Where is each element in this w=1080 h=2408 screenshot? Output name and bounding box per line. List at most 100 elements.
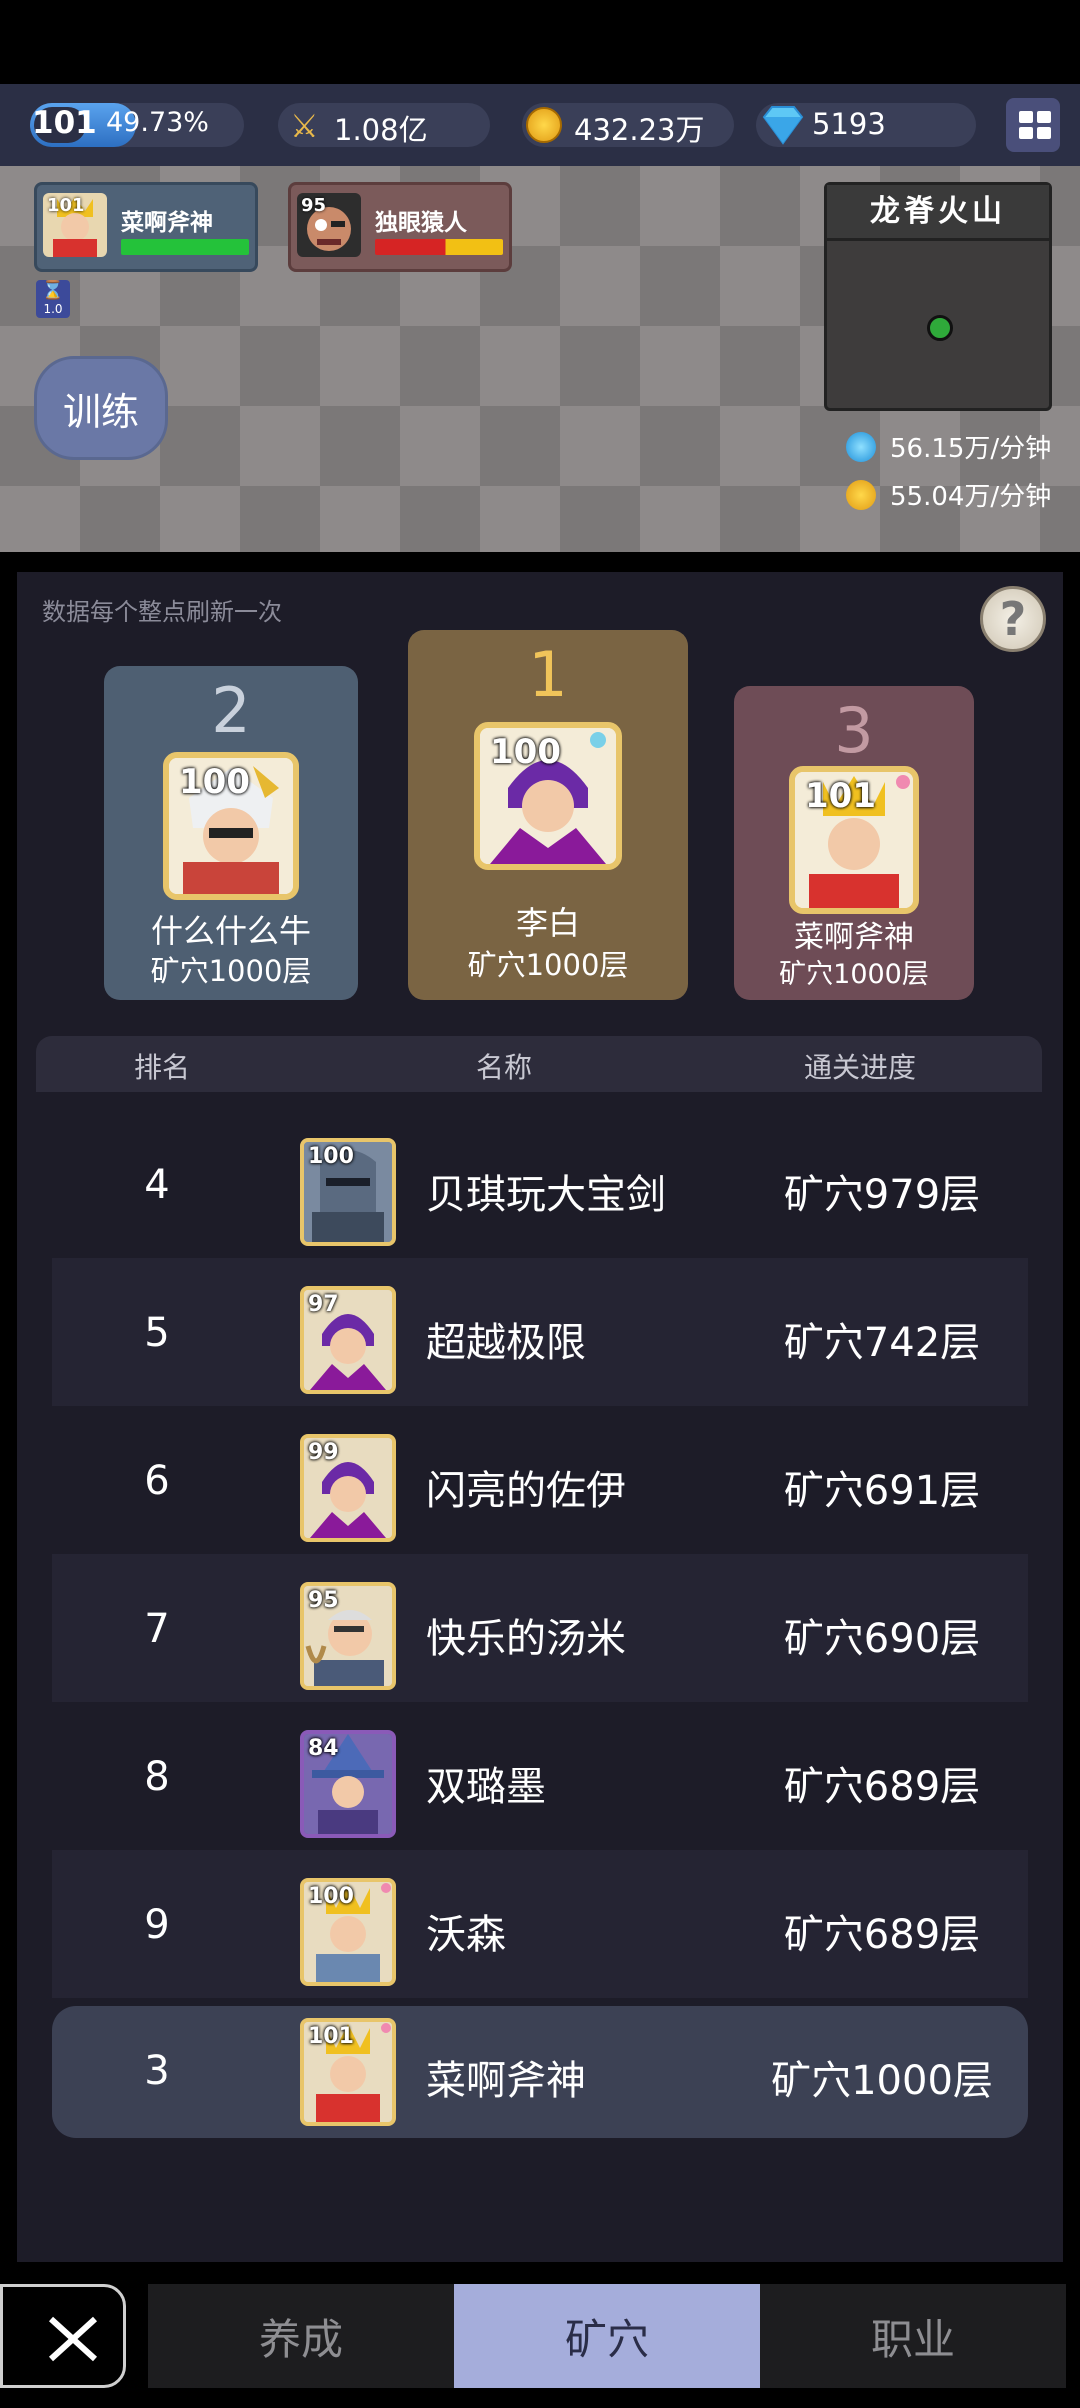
row-avatar: 99 — [300, 1434, 396, 1542]
exp-rate: 56.15万/分钟 — [846, 428, 1051, 465]
podium-rank: 3 — [834, 694, 874, 767]
exp-rate-value: 56.15万/分钟 — [890, 434, 1052, 464]
row-rank: 3 — [144, 2048, 170, 2094]
speed-indicator[interactable]: ⌛ 1.0 — [36, 280, 70, 318]
row-progress: 矿穴742层 — [783, 1320, 981, 1366]
row-level: 100 — [308, 1884, 354, 1909]
table-row[interactable]: 9 100 沃森 矿穴689层 — [52, 1850, 1028, 1998]
header-progress: 通关进度 — [804, 1051, 917, 1084]
tab-class[interactable]: 职业 — [760, 2284, 1066, 2388]
row-name: 贝琪玩大宝剑 — [426, 1172, 666, 1218]
podium-avatar: 101 — [789, 766, 919, 914]
exp-percent: 49.73% — [106, 107, 209, 138]
podium-floor: 矿穴1000层 — [150, 954, 312, 988]
row-avatar: 97 — [300, 1286, 396, 1394]
gem-display: 5193 — [756, 103, 976, 147]
player-hp-bar — [121, 239, 249, 255]
podium-floor: 矿穴1000层 — [467, 948, 629, 982]
row-avatar: 101 — [300, 2018, 396, 2126]
gem-value: 5193 — [812, 107, 886, 141]
tab-mine[interactable]: 矿穴 — [454, 2284, 760, 2388]
self-rank-row[interactable]: 3 101 菜啊斧神 矿穴1000层 — [52, 2006, 1028, 2138]
row-name: 菜啊斧神 — [426, 2058, 586, 2104]
row-avatar: 100 — [300, 1138, 396, 1246]
header-rank: 排名 — [134, 1051, 191, 1084]
table-row[interactable]: 6 99 闪亮的佐伊 矿穴691层 — [52, 1406, 1028, 1554]
row-name: 双璐墨 — [426, 1764, 546, 1810]
row-rank: 9 — [144, 1902, 170, 1948]
table-row[interactable]: 8 84 双璐墨 矿穴689层 — [52, 1702, 1028, 1850]
speed-value: 1.0 — [43, 302, 63, 316]
row-rank: 7 — [144, 1606, 170, 1652]
podium-second[interactable]: 2 100 什么什么牛 矿穴1000层 — [104, 666, 358, 1000]
map-name: 龙脊火山 — [827, 185, 1049, 241]
player-chip[interactable]: 101 菜啊斧神 — [34, 182, 258, 272]
row-rank: 8 — [144, 1754, 170, 1800]
player-level: 101 — [32, 105, 97, 141]
gold-coin-icon — [846, 479, 876, 510]
close-icon — [48, 2316, 98, 2362]
row-progress: 矿穴689层 — [783, 1764, 981, 1810]
power-value: 1.08亿 — [334, 113, 428, 147]
row-level: 95 — [308, 1588, 339, 1613]
player-chip-name: 菜啊斧神 — [121, 210, 213, 236]
tab-cultivate[interactable]: 养成 — [148, 2284, 454, 2388]
train-button[interactable]: 训练 — [34, 356, 168, 460]
row-name: 沃森 — [426, 1912, 506, 1958]
row-level: 100 — [308, 1144, 354, 1169]
grid-menu-button[interactable] — [1006, 98, 1060, 152]
grid-icon — [1019, 111, 1033, 123]
enemy-hp-fill — [375, 239, 503, 255]
podium-avatar: 100 — [474, 722, 622, 870]
enemy-chip-level: 95 — [301, 195, 327, 216]
ranking-table-header: 排名 名称 通关进度 — [36, 1036, 1042, 1092]
podium-level: 100 — [179, 762, 250, 802]
podium-level: 100 — [490, 732, 561, 772]
gold-coin-icon — [526, 107, 562, 143]
podium-rank: 2 — [211, 674, 251, 747]
podium-name: 什么什么牛 — [150, 912, 311, 950]
status-bar: 101 49.73% ⚔ 1.08亿 432.23万 5193 — [0, 84, 1080, 166]
row-avatar: 95 — [300, 1582, 396, 1690]
row-avatar: 84 — [300, 1730, 396, 1838]
gold-rate: 55.04万/分钟 — [846, 476, 1051, 513]
row-name: 闪亮的佐伊 — [426, 1468, 626, 1514]
player-location-marker — [927, 315, 953, 341]
row-name: 超越极限 — [426, 1320, 586, 1366]
enemy-chip[interactable]: 95 独眼猿人 — [288, 182, 512, 272]
row-progress: 矿穴1000层 — [771, 2058, 993, 2104]
podium-first[interactable]: 1 100 李白 矿穴1000层 — [408, 630, 688, 1000]
row-rank: 5 — [144, 1310, 170, 1356]
row-progress: 矿穴690层 — [783, 1616, 981, 1662]
row-level: 99 — [308, 1440, 339, 1465]
player-hp-fill — [121, 239, 249, 255]
table-row[interactable]: 7 95 快乐的汤米 矿穴690层 — [52, 1554, 1028, 1702]
gold-rate-value: 55.04万/分钟 — [890, 482, 1052, 512]
enemy-hp-bar — [375, 239, 503, 255]
row-name: 快乐的汤米 — [426, 1616, 626, 1662]
player-chip-level: 101 — [47, 195, 85, 216]
level-exp-bar: 101 49.73% — [30, 103, 244, 147]
podium-name: 李白 — [515, 904, 580, 942]
podium-avatar: 100 — [163, 752, 299, 900]
podium-floor: 矿穴1000层 — [779, 959, 929, 990]
row-progress: 矿穴979层 — [783, 1172, 981, 1218]
podium-level: 101 — [805, 776, 876, 816]
gold-display: 432.23万 — [522, 103, 734, 147]
row-level: 84 — [308, 1736, 339, 1761]
header-name: 名称 — [476, 1051, 533, 1084]
close-button[interactable] — [0, 2284, 126, 2388]
refresh-note: 数据每个整点刷新一次 — [42, 598, 282, 626]
minimap[interactable]: 龙脊火山 — [824, 182, 1052, 411]
help-button[interactable]: ? — [980, 586, 1046, 652]
table-row[interactable]: 4 100 贝琪玩大宝剑 矿穴979层 — [52, 1110, 1028, 1258]
row-level: 97 — [308, 1292, 339, 1317]
power-display: ⚔ 1.08亿 — [278, 103, 490, 147]
podium-third[interactable]: 3 101 菜啊斧神 矿穴1000层 — [734, 686, 974, 1000]
table-row[interactable]: 5 97 超越极限 矿穴742层 — [52, 1258, 1028, 1406]
diamond-icon — [762, 106, 804, 145]
row-avatar: 100 — [300, 1878, 396, 1986]
row-level: 101 — [308, 2024, 354, 2049]
row-progress: 矿穴689层 — [783, 1912, 981, 1958]
swords-icon: ⚔ — [290, 107, 319, 145]
